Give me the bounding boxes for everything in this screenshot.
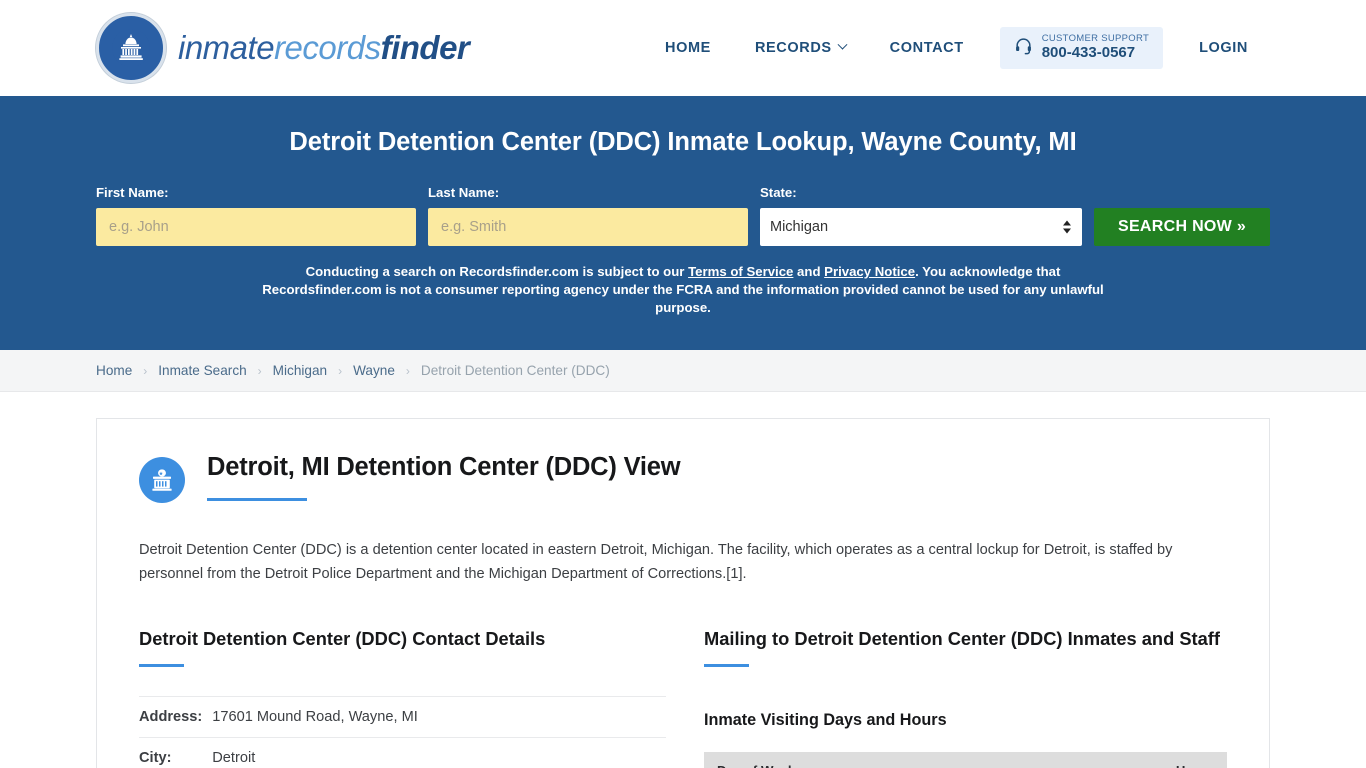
search-disclaimer: Conducting a search on Recordsfinder.com… [96, 263, 1270, 318]
breadcrumb-item-home[interactable]: Home [96, 363, 132, 378]
table-row: Address: 17601 Mound Road, Wayne, MI [139, 695, 666, 738]
capitol-dome-icon [96, 13, 166, 83]
breadcrumb: Home › Inmate Search › Michigan › Wayne … [96, 363, 610, 378]
nav-label-records: RECORDS [754, 39, 832, 56]
logo-wordmark: inmaterecordsfinder [178, 29, 470, 67]
customer-support-box[interactable]: CUSTOMER SUPPORT 800-433-0567 [999, 27, 1164, 69]
breadcrumb-item-inmate-search[interactable]: Inmate Search [158, 363, 246, 378]
terms-of-service-link[interactable]: Terms of Service [688, 264, 793, 279]
last-name-label: Last Name: [428, 185, 500, 200]
breadcrumb-separator-icon: › [405, 363, 410, 378]
breadcrumb-item-wayne[interactable]: Wayne [353, 363, 395, 378]
hero-search-section: Detroit Detention Center (DDC) Inmate Lo… [0, 96, 1366, 350]
nav-item-home[interactable]: HOME [643, 40, 733, 56]
nav-item-records[interactable]: RECORDS [733, 40, 868, 56]
facility-description: Detroit Detention Center (DDC) is a dete… [139, 542, 1173, 582]
state-select[interactable]: Michigan [760, 208, 1082, 246]
site-header: inmaterecordsfinder HOME RECORDS CONTACT [0, 0, 1366, 96]
contact-accent-rule [139, 663, 184, 667]
inmate-search-form: First Name: Last Name: State: Michigan S… [96, 185, 1270, 246]
nav-item-login[interactable]: LOGIN [1177, 40, 1270, 56]
chevron-down-icon [837, 40, 848, 51]
title-accent-rule [207, 498, 307, 501]
main-navigation: HOME RECORDS CONTACT CUSTOMER SUPPORT 80… [643, 27, 1270, 69]
column-header-hours: Hours [1027, 751, 1227, 768]
search-now-button[interactable]: SEARCH NOW » [1094, 208, 1270, 246]
details-columns: Detroit Detention Center (DDC) Contact D… [139, 627, 1227, 768]
contact-key-address: Address: [139, 695, 213, 738]
state-field-group: State: Michigan [760, 185, 1082, 246]
first-name-field-group: First Name: [96, 185, 416, 246]
visiting-hours-subtitle: Inmate Visiting Days and Hours [704, 710, 947, 729]
jail-building-icon [139, 457, 185, 503]
mailing-column: Mailing to Detroit Detention Center (DDC… [704, 627, 1227, 768]
last-name-field-group: Last Name: [428, 185, 748, 246]
table-row: City: Detroit [139, 736, 666, 768]
breadcrumb-separator-icon: › [338, 363, 343, 378]
disclaimer-part-2: and [793, 264, 825, 279]
breadcrumb-item-michigan[interactable]: Michigan [273, 363, 327, 378]
column-header-day-of-week: Day of Week [704, 751, 1028, 768]
state-label: State: [760, 185, 797, 200]
logo-word-records: records [274, 29, 381, 66]
hero-title: Detroit Detention Center (DDC) Inmate Lo… [289, 128, 1077, 156]
page-header: Detroit, MI Detention Center (DDC) View [139, 453, 1227, 503]
content-card: Detroit, MI Detention Center (DDC) View … [96, 418, 1270, 768]
support-phone: 800-433-0567 [1041, 43, 1136, 61]
breadcrumb-separator-icon: › [143, 363, 148, 378]
contact-details-column: Detroit Detention Center (DDC) Contact D… [139, 627, 666, 768]
contact-value-address: 17601 Mound Road, Wayne, MI [212, 695, 666, 738]
breadcrumb-item-current: Detroit Detention Center (DDC) [420, 363, 610, 378]
contact-value-city: Detroit [212, 736, 666, 768]
disclaimer-part-1: Conducting a search on Recordsfinder.com… [305, 264, 689, 279]
page-title: Detroit, MI Detention Center (DDC) View [207, 453, 681, 481]
privacy-notice-link[interactable]: Privacy Notice [824, 264, 915, 279]
breadcrumb-separator-icon: › [257, 363, 262, 378]
nav-label-login: LOGIN [1199, 39, 1248, 56]
first-name-label: First Name: [96, 185, 169, 200]
table-header-row: Day of Week Hours [704, 751, 1227, 768]
breadcrumb-bar: Home › Inmate Search › Michigan › Wayne … [0, 350, 1366, 392]
last-name-input[interactable] [428, 208, 748, 246]
site-logo[interactable]: inmaterecordsfinder [96, 13, 470, 83]
first-name-input[interactable] [96, 208, 416, 246]
logo-word-inmate: inmate [178, 29, 275, 66]
mailing-accent-rule [704, 663, 749, 667]
headset-icon [1014, 36, 1033, 60]
mailing-title: Mailing to Detroit Detention Center (DDC… [704, 627, 1220, 649]
contact-details-title: Detroit Detention Center (DDC) Contact D… [139, 627, 546, 649]
nav-label-home: HOME [665, 39, 711, 56]
nav-label-contact: CONTACT [889, 39, 964, 56]
contact-details-table: Address: 17601 Mound Road, Wayne, MI Cit… [139, 695, 666, 768]
visiting-hours-table: Day of Week Hours [704, 751, 1227, 768]
logo-word-finder: finder [380, 29, 470, 66]
nav-item-contact[interactable]: CONTACT [868, 40, 986, 56]
contact-key-city: City: [139, 736, 213, 768]
